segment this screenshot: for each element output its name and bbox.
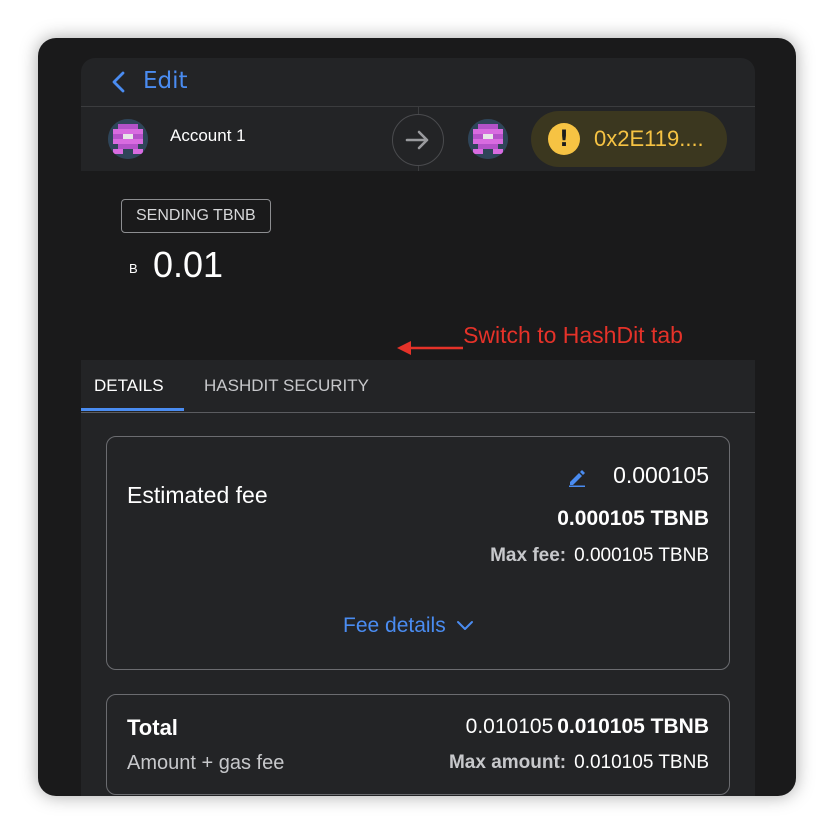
- max-fee-value: 0.000105 TBNB: [574, 545, 709, 566]
- total-sublabel: Amount + gas fee: [127, 752, 285, 774]
- arrow-right-icon: [405, 130, 429, 150]
- tab-bar: DETAILS HASHDIT SECURITY: [81, 360, 755, 413]
- direction-indicator: [392, 114, 444, 166]
- fee-details-link[interactable]: Fee details: [343, 614, 474, 638]
- confirm-transaction-panel: Edit Account 1 ! 0x2E119.... SENDING TBN…: [81, 58, 755, 796]
- edit-button[interactable]: Edit: [143, 68, 188, 94]
- account-row: Account 1 ! 0x2E119....: [81, 107, 755, 171]
- fee-card: Estimated fee 0.000105 0.000105 TBNB Max…: [106, 436, 730, 670]
- app-window: Edit Account 1 ! 0x2E119.... SENDING TBN…: [38, 38, 796, 796]
- recipient-address-pill[interactable]: ! 0x2E119....: [531, 111, 727, 167]
- estimated-fee-value: 0.000105: [613, 462, 709, 488]
- identicon-icon: [108, 119, 148, 159]
- total-value-tbnb: 0.010105 TBNB: [557, 715, 709, 738]
- chevron-left-icon[interactable]: [109, 70, 129, 94]
- identicon-icon: [468, 119, 508, 159]
- from-account-avatar[interactable]: [108, 119, 148, 159]
- sending-badge: SENDING TBNB: [121, 199, 271, 233]
- annotation-text: Switch to HashDit tab: [463, 322, 683, 348]
- total-card: Total Amount + gas fee 0.010105 0.010105 …: [106, 694, 730, 795]
- fee-details-label: Fee details: [343, 614, 446, 637]
- currency-symbol: B: [129, 261, 138, 276]
- recipient-address: 0x2E119....: [594, 126, 704, 151]
- max-fee-label: Max fee:: [490, 545, 567, 566]
- pencil-icon[interactable]: [567, 467, 587, 487]
- edit-header: Edit: [81, 58, 755, 107]
- estimated-fee-tbnb: 0.000105 TBNB: [557, 507, 709, 530]
- active-tab-indicator: [81, 408, 184, 411]
- warning-icon: !: [548, 123, 580, 155]
- send-amount: 0.01: [153, 244, 224, 285]
- total-value-plain: 0.010105: [465, 715, 554, 738]
- max-amount-label: Max amount:: [448, 752, 567, 773]
- total-value: 0.010105 0.010105 TBNB: [466, 715, 709, 739]
- max-fee: Max fee: 0.000105 TBNB: [490, 545, 709, 567]
- tab-details[interactable]: DETAILS: [94, 376, 164, 396]
- tab-hashdit-security[interactable]: HASHDIT SECURITY: [204, 376, 369, 396]
- to-account-avatar[interactable]: [468, 119, 508, 159]
- max-amount-value: 0.010105 TBNB: [574, 752, 709, 773]
- estimated-fee-label: Estimated fee: [127, 482, 268, 508]
- total-label: Total: [127, 715, 178, 740]
- max-amount: Max amount: 0.010105 TBNB: [449, 752, 709, 774]
- chevron-down-icon: [456, 621, 473, 630]
- from-account-name[interactable]: Account 1: [170, 126, 246, 146]
